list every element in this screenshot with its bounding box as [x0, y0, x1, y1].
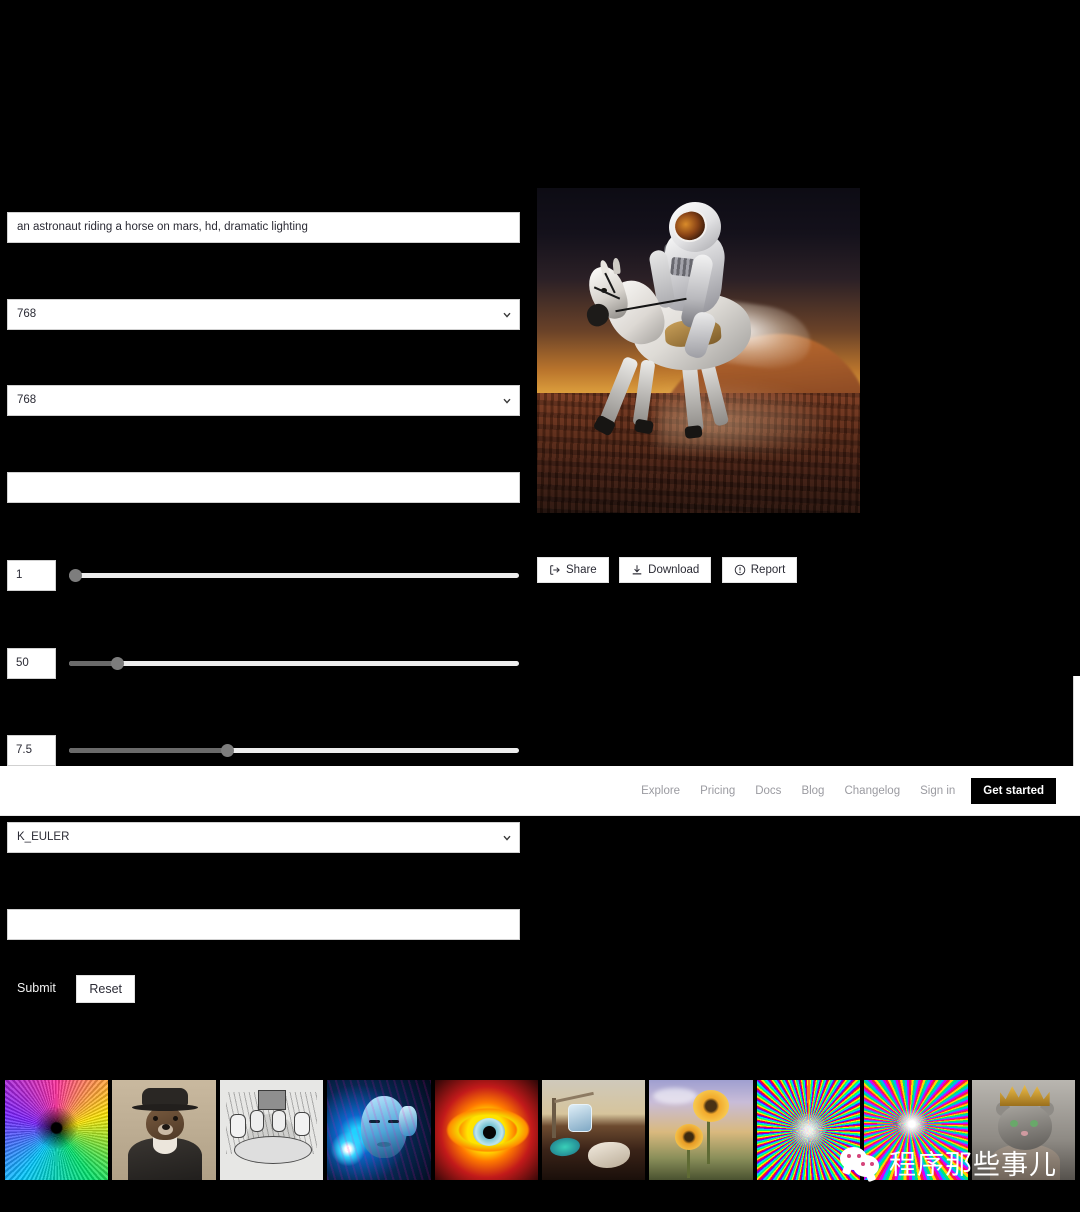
width-select-value: 768 [17, 308, 37, 320]
download-button[interactable]: Download [619, 557, 712, 583]
height-select-value: 768 [17, 394, 37, 406]
nav-link-pricing[interactable]: Pricing [700, 785, 735, 797]
gallery-thumbnail-prismatic-starburst-streaks[interactable] [864, 1080, 968, 1180]
scheduler-select-value: K_EULER [17, 831, 70, 843]
width-select[interactable]: 768 [7, 299, 520, 330]
app-root: an astronaut riding a horse on mars, hd,… [0, 0, 1080, 1212]
num-inference-steps-slider-row: 50 [7, 648, 520, 679]
negative-prompt-input[interactable] [7, 909, 520, 940]
site-navbar: Explore Pricing Docs Blog Changelog Sign… [0, 766, 1080, 816]
slider-thumb[interactable] [221, 744, 234, 757]
download-label: Download [648, 564, 700, 576]
num-outputs-slider[interactable] [65, 560, 520, 591]
gallery-thumbnail-otter-in-bowler-hat-portrait[interactable] [112, 1080, 216, 1180]
report-label: Report [750, 564, 786, 576]
slider-fill [69, 748, 227, 753]
report-icon [734, 564, 746, 576]
share-label: Share [566, 564, 597, 576]
page-scrollbar[interactable] [1073, 676, 1080, 766]
num-outputs-value[interactable]: 1 [7, 560, 56, 591]
slider-thumb[interactable] [69, 569, 82, 582]
share-icon [549, 564, 561, 576]
gallery-thumbnail-pencil-sketch-robots-at-table[interactable] [219, 1080, 324, 1180]
nav-link-sign-in[interactable]: Sign in [920, 785, 955, 797]
guidance-scale-value[interactable]: 7.5 [7, 735, 56, 766]
chevron-down-icon [503, 835, 511, 841]
form-actions: Submit Reset [7, 975, 136, 1003]
gallery-strip [5, 1080, 1076, 1180]
slider-track [69, 573, 519, 578]
gallery-thumbnail-rainbow-radial-burst[interactable] [756, 1080, 861, 1180]
nav-link-blog[interactable]: Blog [801, 785, 824, 797]
reset-button[interactable]: Reset [76, 975, 136, 1003]
prompt-input[interactable]: an astronaut riding a horse on mars, hd,… [7, 212, 520, 243]
slider-fill [69, 661, 117, 666]
chevron-down-icon [503, 398, 511, 404]
num-inference-steps-value[interactable]: 50 [7, 648, 56, 679]
slider-track [69, 661, 519, 666]
num-outputs-slider-row: 1 [7, 560, 520, 591]
num-inference-steps-slider[interactable] [65, 648, 520, 679]
scheduler-select[interactable]: K_EULER [7, 822, 520, 853]
gallery-thumbnail-cyan-cyborg-woman-headphones[interactable] [327, 1080, 431, 1180]
nav-link-docs[interactable]: Docs [755, 785, 781, 797]
height-select[interactable]: 768 [7, 385, 520, 416]
seed-input[interactable] [7, 472, 520, 503]
nav-links: Explore Pricing Docs Blog Changelog Sign… [641, 766, 1056, 816]
guidance-scale-slider[interactable] [65, 735, 520, 766]
report-button[interactable]: Report [721, 557, 798, 583]
gallery-thumbnail-rainbow-spiral-vortex[interactable] [5, 1080, 109, 1180]
gallery-thumbnail-surreal-melting-watch-landscape[interactable] [542, 1080, 646, 1180]
image-actions: Share Download Report [537, 557, 803, 583]
gallery-thumbnail-yellow-red-abstract-eye[interactable] [434, 1080, 539, 1180]
gallery-thumbnail-sunflowers-in-field[interactable] [649, 1080, 753, 1180]
gallery-thumbnail-cat-wearing-golden-crown[interactable] [971, 1080, 1076, 1180]
horse-hoof [684, 425, 703, 439]
download-icon [631, 564, 643, 576]
generated-image[interactable] [537, 188, 860, 513]
get-started-button[interactable]: Get started [971, 778, 1056, 804]
share-button[interactable]: Share [537, 557, 609, 583]
slider-thumb[interactable] [111, 657, 124, 670]
chevron-down-icon [503, 312, 511, 318]
nav-link-explore[interactable]: Explore [641, 785, 680, 797]
submit-button[interactable]: Submit [7, 975, 66, 1001]
nav-link-changelog[interactable]: Changelog [844, 785, 900, 797]
guidance-scale-slider-row: 7.5 [7, 735, 520, 766]
